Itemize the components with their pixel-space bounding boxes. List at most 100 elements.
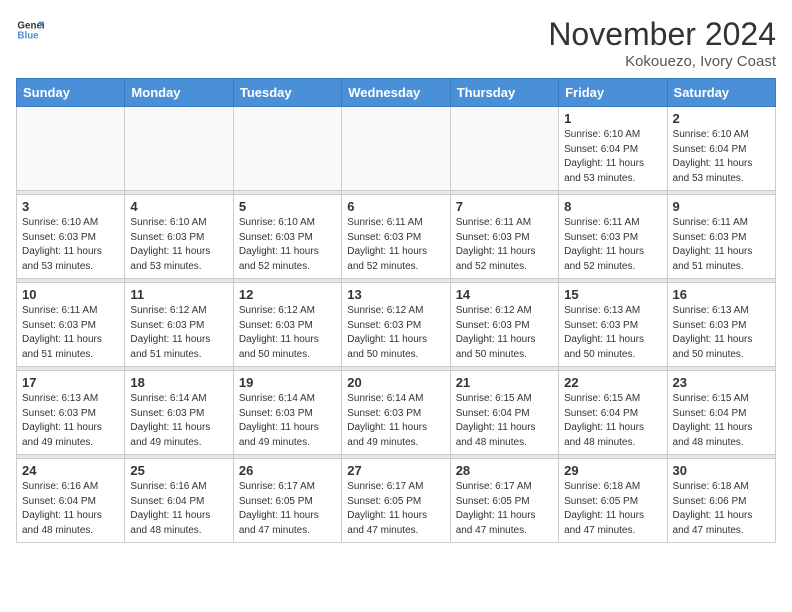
- day-info: Sunrise: 6:13 AM Sunset: 6:03 PM Dayligh…: [564, 304, 661, 362]
- day-number: 6: [347, 199, 444, 214]
- calendar-cell: 27 Sunrise: 6:17 AM Sunset: 6:05 PM Dayli…: [342, 459, 450, 543]
- month-title: November 2024: [548, 16, 776, 53]
- calendar-cell: [342, 107, 450, 191]
- calendar-cell: 15 Sunrise: 6:13 AM Sunset: 6:03 PM Dayli…: [559, 283, 667, 367]
- day-number: 18: [130, 375, 227, 390]
- day-info: Sunrise: 6:12 AM Sunset: 6:03 PM Dayligh…: [130, 304, 227, 362]
- day-info: Sunrise: 6:11 AM Sunset: 6:03 PM Dayligh…: [456, 216, 553, 274]
- day-info: Sunrise: 6:13 AM Sunset: 6:03 PM Dayligh…: [22, 392, 119, 450]
- day-number: 5: [239, 199, 336, 214]
- day-info: Sunrise: 6:11 AM Sunset: 6:03 PM Dayligh…: [564, 216, 661, 274]
- day-info: Sunrise: 6:15 AM Sunset: 6:04 PM Dayligh…: [673, 392, 770, 450]
- calendar-cell: 14Sunrise: 6:12 AM Sunset: 6:03 PM Dayli…: [450, 283, 558, 367]
- calendar-cell: 20 Sunrise: 6:14 AM Sunset: 6:03 PM Dayli…: [342, 371, 450, 455]
- day-number: 24: [22, 463, 119, 478]
- day-number: 17: [22, 375, 119, 390]
- calendar-cell: 10 Sunrise: 6:11 AM Sunset: 6:03 PM Dayli…: [17, 283, 125, 367]
- day-number: 14: [456, 287, 553, 302]
- calendar-cell: 23 Sunrise: 6:15 AM Sunset: 6:04 PM Dayli…: [667, 371, 775, 455]
- weekday-header-wednesday: Wednesday: [342, 79, 450, 107]
- day-info: Sunrise: 6:12 AM Sunset: 6:03 PM Dayligh…: [239, 304, 336, 362]
- svg-text:Blue: Blue: [17, 30, 39, 41]
- calendar-cell: [233, 107, 341, 191]
- calendar-cell: 24Sunrise: 6:16 AM Sunset: 6:04 PM Dayli…: [17, 459, 125, 543]
- calendar-week-5: 24 Sunrise: 6:16 AM Sunset: 6:04 PM Dayli…: [17, 459, 776, 543]
- calendar-cell: 11 Sunrise: 6:12 AM Sunset: 6:03 PM Dayli…: [125, 283, 233, 367]
- day-info: Sunrise: 6:17 AM Sunset: 6:05 PM Dayligh…: [347, 480, 444, 538]
- calendar-cell: 25 Sunrise: 6:16 AM Sunset: 6:04 PM Dayli…: [125, 459, 233, 543]
- logo: General Blue: [16, 16, 44, 44]
- day-info: Sunrise: 6:14 AM Sunset: 6:03 PM Dayligh…: [239, 392, 336, 450]
- day-number: 29: [564, 463, 661, 478]
- calendar-cell: 18Sunrise: 6:14 AM Sunset: 6:03 PM Dayli…: [125, 371, 233, 455]
- day-info: Sunrise: 6:10 AM Sunset: 6:03 PM Dayligh…: [22, 216, 119, 274]
- day-number: 2: [673, 111, 770, 126]
- day-info: Sunrise: 6:16 AM Sunset: 6:04 PM Dayligh…: [130, 480, 227, 538]
- calendar-cell: 7 Sunrise: 6:11 AM Sunset: 6:03 PM Daylig…: [450, 195, 558, 279]
- day-info: Sunrise: 6:10 AM Sunset: 6:03 PM Dayligh…: [239, 216, 336, 274]
- calendar-cell: 1 Sunrise: 6:10 AM Sunset: 6:04 PM Daylig…: [559, 107, 667, 191]
- calendar-week-4: 17 Sunrise: 6:13 AM Sunset: 6:03 PM Dayli…: [17, 371, 776, 455]
- day-info: Sunrise: 6:10 AM Sunset: 6:03 PM Dayligh…: [130, 216, 227, 274]
- calendar-week-3: 10 Sunrise: 6:11 AM Sunset: 6:03 PM Dayli…: [17, 283, 776, 367]
- day-info: Sunrise: 6:11 AM Sunset: 6:03 PM Dayligh…: [347, 216, 444, 274]
- calendar-cell: 2Sunrise: 6:10 AM Sunset: 6:04 PM Daylig…: [667, 107, 775, 191]
- day-info: Sunrise: 6:15 AM Sunset: 6:04 PM Dayligh…: [564, 392, 661, 450]
- day-number: 20: [347, 375, 444, 390]
- day-number: 23: [673, 375, 770, 390]
- calendar-cell: 3 Sunrise: 6:10 AM Sunset: 6:03 PM Daylig…: [17, 195, 125, 279]
- calendar-cell: 19 Sunrise: 6:14 AM Sunset: 6:03 PM Dayli…: [233, 371, 341, 455]
- day-info: Sunrise: 6:17 AM Sunset: 6:05 PM Dayligh…: [239, 480, 336, 538]
- weekday-header-friday: Friday: [559, 79, 667, 107]
- calendar-cell: 4 Sunrise: 6:10 AM Sunset: 6:03 PM Daylig…: [125, 195, 233, 279]
- title-block: November 2024 Kokouezo, Ivory Coast: [548, 16, 776, 70]
- day-info: Sunrise: 6:17 AM Sunset: 6:05 PM Dayligh…: [456, 480, 553, 538]
- day-number: 8: [564, 199, 661, 214]
- day-number: 7: [456, 199, 553, 214]
- calendar-cell: 5 Sunrise: 6:10 AM Sunset: 6:03 PM Daylig…: [233, 195, 341, 279]
- day-number: 28: [456, 463, 553, 478]
- day-info: Sunrise: 6:10 AM Sunset: 6:04 PM Dayligh…: [564, 128, 661, 186]
- day-number: 15: [564, 287, 661, 302]
- day-number: 12: [239, 287, 336, 302]
- day-number: 3: [22, 199, 119, 214]
- calendar-cell: [17, 107, 125, 191]
- calendar-cell: 26 Sunrise: 6:17 AM Sunset: 6:05 PM Dayli…: [233, 459, 341, 543]
- day-info: Sunrise: 6:11 AM Sunset: 6:03 PM Dayligh…: [673, 216, 770, 274]
- calendar-cell: 22 Sunrise: 6:15 AM Sunset: 6:04 PM Dayli…: [559, 371, 667, 455]
- calendar-cell: 12 Sunrise: 6:12 AM Sunset: 6:03 PM Dayli…: [233, 283, 341, 367]
- day-number: 21: [456, 375, 553, 390]
- calendar-cell: 9 Sunrise: 6:11 AM Sunset: 6:03 PM Daylig…: [667, 195, 775, 279]
- weekday-header-saturday: Saturday: [667, 79, 775, 107]
- weekday-header-sunday: Sunday: [17, 79, 125, 107]
- day-number: 9: [673, 199, 770, 214]
- day-number: 19: [239, 375, 336, 390]
- calendar-week-2: 3 Sunrise: 6:10 AM Sunset: 6:03 PM Daylig…: [17, 195, 776, 279]
- day-info: Sunrise: 6:18 AM Sunset: 6:06 PM Dayligh…: [673, 480, 770, 538]
- day-number: 11: [130, 287, 227, 302]
- day-info: Sunrise: 6:14 AM Sunset: 6:03 PM Dayligh…: [347, 392, 444, 450]
- calendar-cell: 30 Sunrise: 6:18 AM Sunset: 6:06 PM Dayli…: [667, 459, 775, 543]
- calendar-cell: 8 Sunrise: 6:11 AM Sunset: 6:03 PM Daylig…: [559, 195, 667, 279]
- day-number: 26: [239, 463, 336, 478]
- day-number: 30: [673, 463, 770, 478]
- weekday-header-thursday: Thursday: [450, 79, 558, 107]
- day-number: 4: [130, 199, 227, 214]
- calendar-cell: 28 Sunrise: 6:17 AM Sunset: 6:05 PM Dayli…: [450, 459, 558, 543]
- weekday-header-row: SundayMondayTuesdayWednesdayThursdayFrid…: [17, 79, 776, 107]
- day-number: 22: [564, 375, 661, 390]
- day-info: Sunrise: 6:15 AM Sunset: 6:04 PM Dayligh…: [456, 392, 553, 450]
- day-number: 27: [347, 463, 444, 478]
- day-info: Sunrise: 6:13 AM Sunset: 6:03 PM Dayligh…: [673, 304, 770, 362]
- day-number: 25: [130, 463, 227, 478]
- day-info: Sunrise: 6:18 AM Sunset: 6:05 PM Dayligh…: [564, 480, 661, 538]
- day-number: 16: [673, 287, 770, 302]
- day-info: Sunrise: 6:11 AM Sunset: 6:03 PM Dayligh…: [22, 304, 119, 362]
- calendar-cell: 13 Sunrise: 6:12 AM Sunset: 6:03 PM Dayli…: [342, 283, 450, 367]
- calendar-cell: 17 Sunrise: 6:13 AM Sunset: 6:03 PM Dayli…: [17, 371, 125, 455]
- page-header: General Blue November 2024 Kokouezo, Ivo…: [16, 16, 776, 70]
- day-info: Sunrise: 6:12 AM Sunset: 6:03 PM Dayligh…: [347, 304, 444, 362]
- day-number: 13: [347, 287, 444, 302]
- day-number: 1: [564, 111, 661, 126]
- day-number: 10: [22, 287, 119, 302]
